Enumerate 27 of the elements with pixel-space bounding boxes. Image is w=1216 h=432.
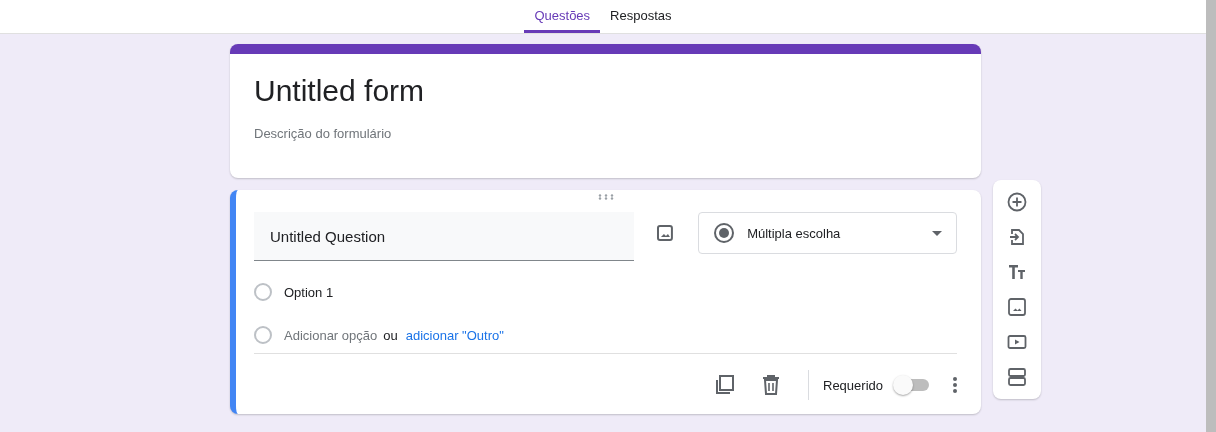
add-option-text[interactable]: Adicionar opção [284, 327, 378, 343]
section-icon[interactable] [1007, 367, 1027, 387]
delete-icon[interactable] [762, 375, 780, 395]
form-title[interactable]: Untitled form [254, 74, 957, 108]
import-icon[interactable] [1007, 227, 1027, 247]
image-icon[interactable] [1007, 297, 1027, 317]
caret-icon [932, 230, 942, 236]
video-play-icon[interactable] [1007, 332, 1027, 352]
required-label: Requerido [823, 377, 883, 393]
radio-button[interactable] [254, 283, 272, 301]
question-type-label: Múltipla escolha [747, 225, 842, 241]
radio-checked-icon [713, 222, 736, 244]
drag-handle-icon[interactable] [597, 194, 614, 200]
tab[interactable]: Questões [524, 0, 601, 33]
option-label[interactable]: Option 1 [284, 284, 334, 300]
or-text: ou [383, 327, 398, 343]
image-icon[interactable] [656, 224, 675, 242]
form-description[interactable]: Descrição do formulário [254, 126, 957, 141]
add-other-link[interactable]: adicionar "Outro" [405, 327, 504, 343]
more-options-icon[interactable] [953, 377, 957, 393]
copy-icon[interactable] [714, 374, 736, 396]
radio-button[interactable] [254, 326, 272, 344]
title-text-icon[interactable] [1007, 262, 1027, 282]
question-title-field[interactable]: Untitled Question [254, 212, 635, 261]
add-circle-icon[interactable] [1007, 192, 1027, 212]
question-type-dropdown[interactable]: Múltipla escolha [698, 212, 957, 254]
tab[interactable]: Respostas [600, 0, 682, 33]
